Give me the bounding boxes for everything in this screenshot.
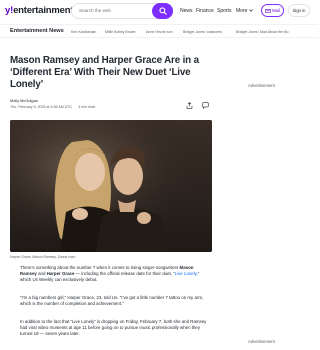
paragraph-text: There’s something about the number 7 whe… <box>20 265 180 270</box>
sign-in-button[interactable]: Sign in <box>288 4 310 17</box>
article-paragraph-3: In addition to the fact that “Live Lonel… <box>20 319 207 337</box>
paragraph-text: and <box>36 271 47 277</box>
advertisement-label: Advertisement <box>248 339 275 344</box>
article-paragraph-2: “I’m a big numbers girl,” Harper Grace, … <box>20 295 204 307</box>
trending-link[interactable]: Anne Heche son <box>146 30 173 34</box>
search-button[interactable] <box>152 3 173 19</box>
trending-link[interactable]: Bridget Jones: Mad About the Bo <box>236 30 289 34</box>
paragraph-text: — including the official release date fo… <box>74 271 175 277</box>
share-icon <box>186 101 192 109</box>
read-time: 3 min read <box>78 105 96 109</box>
search-placeholder: Search the web <box>79 7 111 13</box>
photo-illustration <box>10 120 212 252</box>
top-bar: y!entertainment Search the web News Fina… <box>0 0 318 24</box>
nav-finance[interactable]: Finance <box>196 8 214 14</box>
song-link[interactable]: Live Lonely <box>175 271 197 276</box>
section-title[interactable]: Entertainment News <box>10 28 64 34</box>
article-photo <box>10 120 212 252</box>
nav-sports[interactable]: Sports <box>217 8 231 14</box>
advertisement-label: Advertisement <box>248 83 275 88</box>
photo-caption: Harper Grace; Mason Ramsey. Zanna Irwin <box>10 255 76 259</box>
article-meta: Thu, February 6, 2025 at 4:56 AM UTC 3 mi… <box>10 105 95 109</box>
chevron-down-icon <box>248 9 253 12</box>
logo-text: entertainment <box>13 5 74 16</box>
nav-more-label: More <box>236 8 248 14</box>
nav-news[interactable]: News <box>180 8 193 14</box>
person-name: Harper Grace <box>46 271 75 277</box>
comments-button[interactable] <box>200 100 210 110</box>
mail-button[interactable]: Mail <box>261 4 284 17</box>
comment-icon <box>201 101 209 109</box>
ad-slot <box>222 94 310 326</box>
share-button[interactable] <box>184 100 194 110</box>
trending-link[interactable]: Millie Bobby Brown <box>105 30 136 34</box>
section-nav: Entertainment News Kim Kardashian Millie… <box>0 24 318 38</box>
mail-icon <box>265 8 271 13</box>
nav-more[interactable]: More <box>236 8 253 14</box>
yahoo-entertainment-logo[interactable]: y!entertainment <box>5 5 73 16</box>
trending-link[interactable]: Kim Kardashian <box>71 30 96 34</box>
sign-in-label: Sign in <box>292 8 306 13</box>
mail-label: Mail <box>272 8 280 13</box>
article-date: Thu, February 6, 2025 at 4:56 AM UTC <box>10 105 73 109</box>
search-icon <box>158 7 167 15</box>
trending-link[interactable]: Bridget Jones' costumes <box>183 30 222 34</box>
article-author[interactable]: Molly McGuigan <box>10 98 38 103</box>
article-paragraph-1: There’s something about the number 7 whe… <box>20 265 208 284</box>
article-title: Mason Ramsey and Harper Grace Are in a ‘… <box>10 55 199 90</box>
